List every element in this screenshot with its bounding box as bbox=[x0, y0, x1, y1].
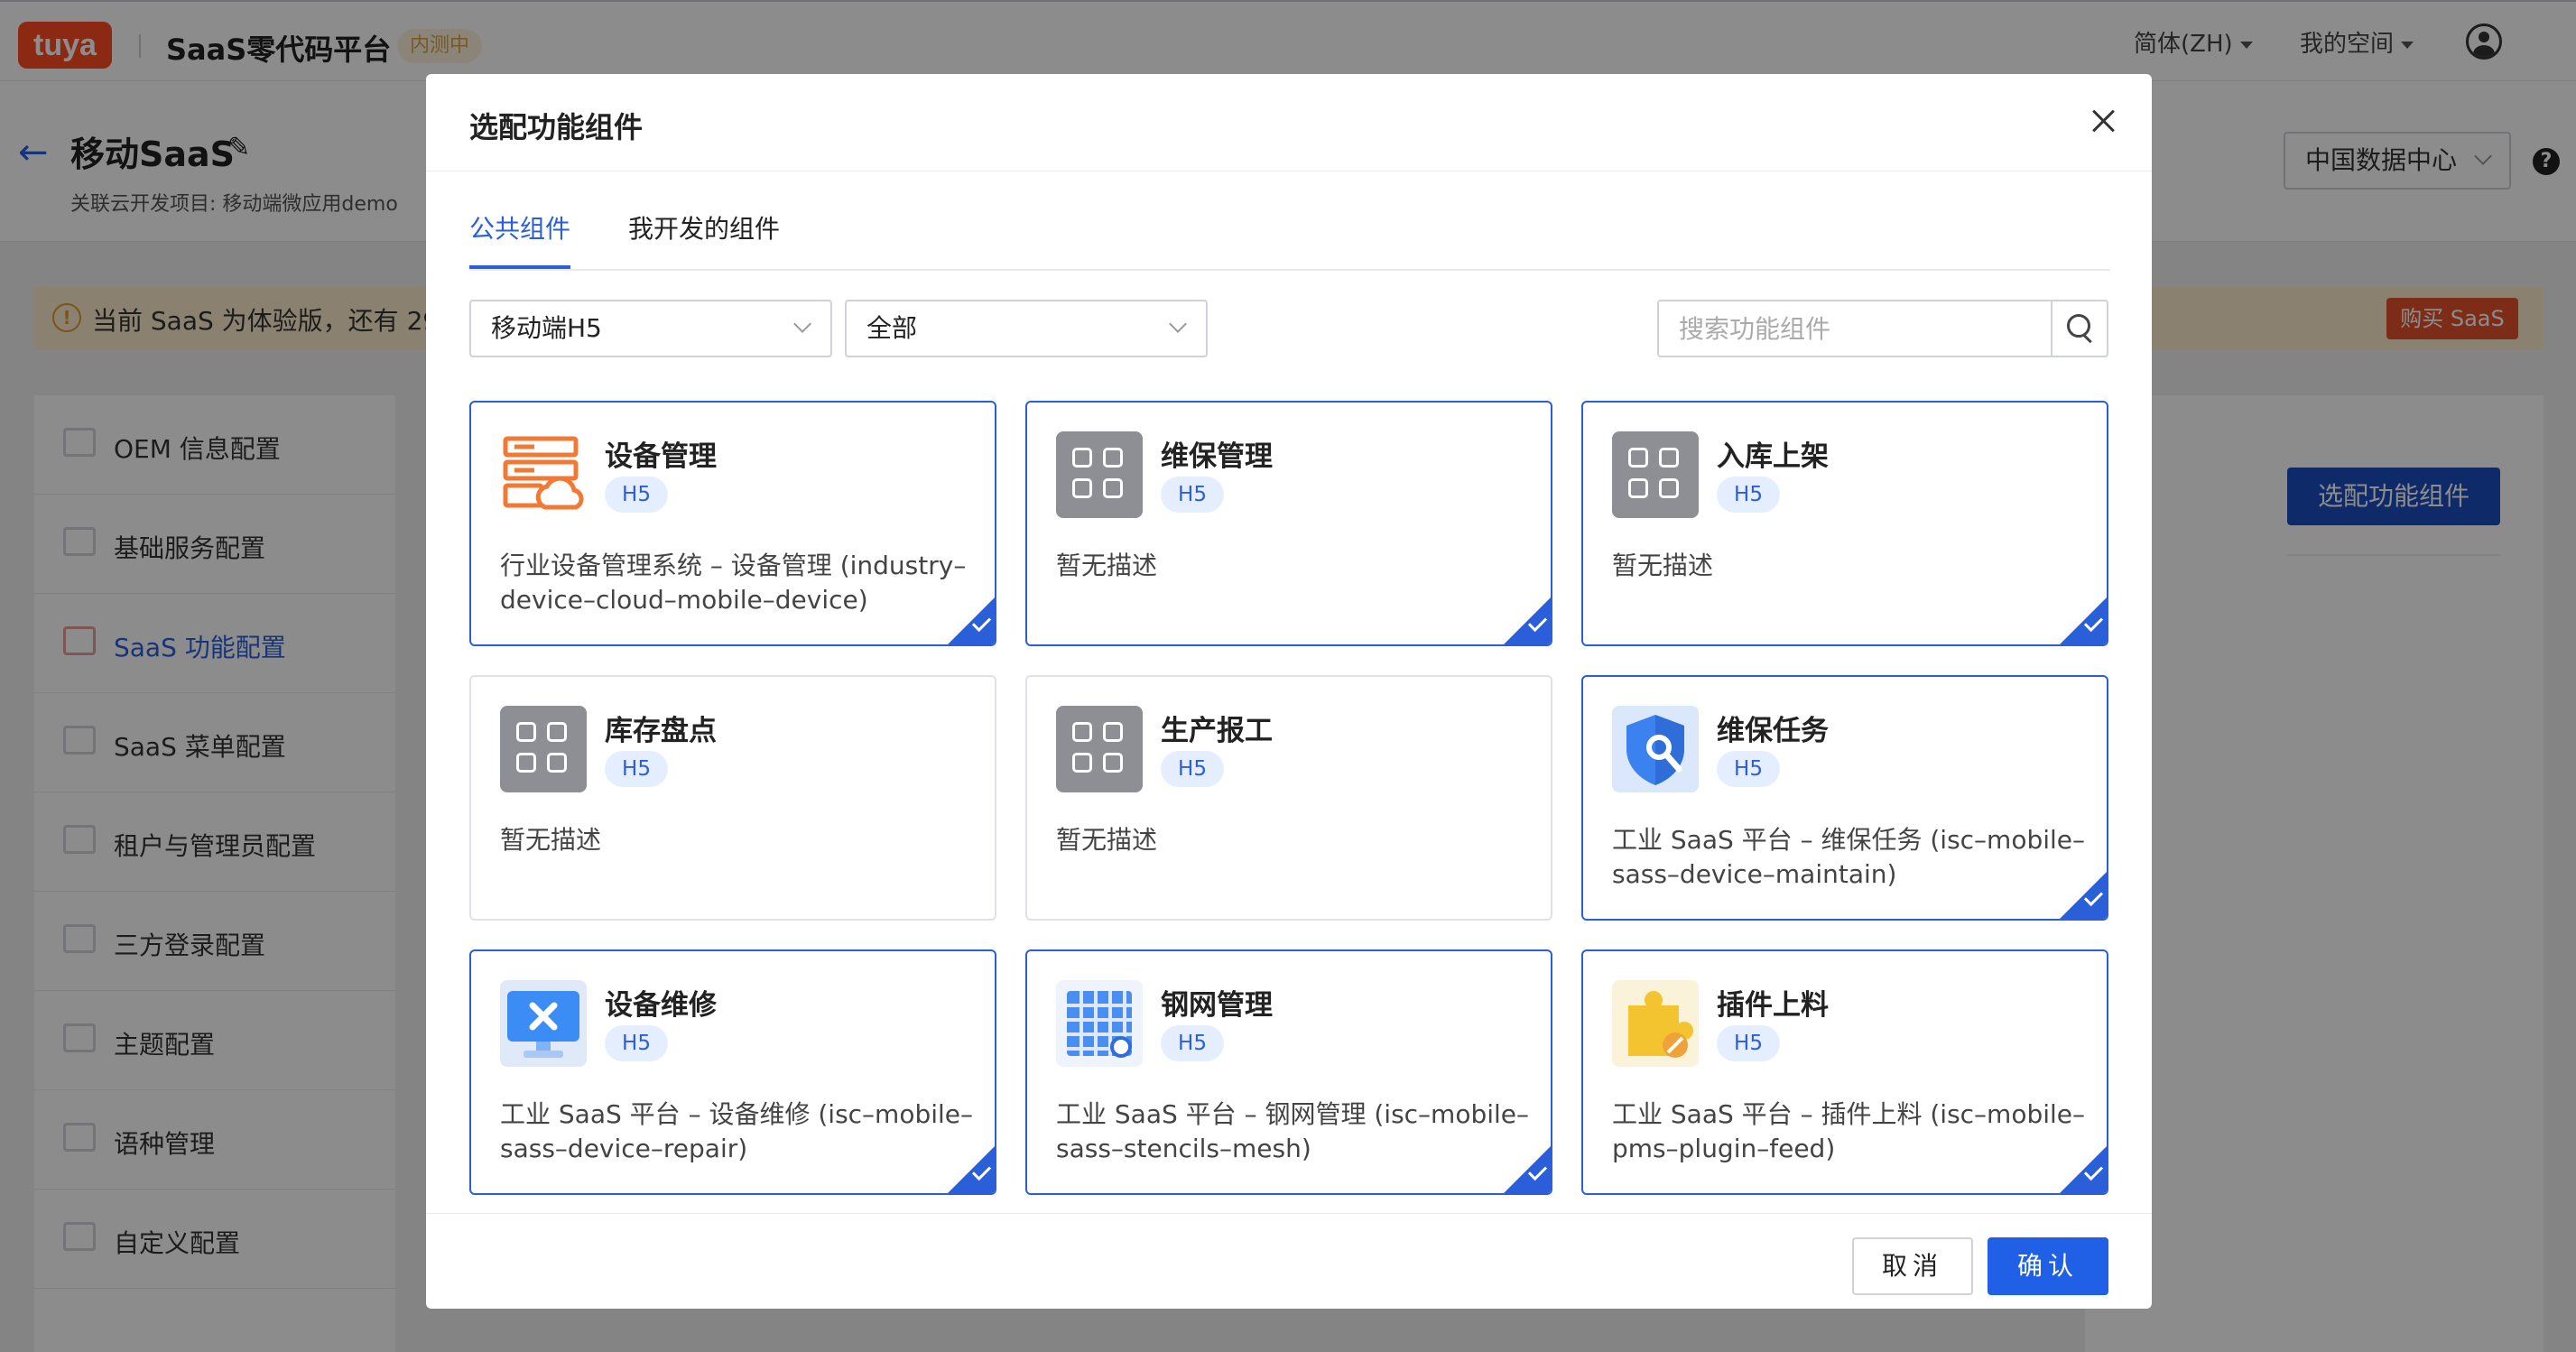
puzzle-piece-icon bbox=[1612, 980, 1699, 1067]
card-description: 工业 SaaS 平台 – 插件上料 (isc–mobile–pms–plugin… bbox=[1612, 1099, 2086, 1163]
selected-check-icon bbox=[948, 597, 995, 644]
card-title: 库存盘点 bbox=[605, 715, 717, 747]
grid-apps-icon bbox=[1056, 706, 1143, 792]
modal-footer: 取消 确认 bbox=[426, 1213, 2152, 1309]
component-card-device-management[interactable]: 设备管理 H5 行业设备管理系统 – 设备管理 (industry–device… bbox=[469, 401, 996, 646]
platform-filter-value: 移动端H5 bbox=[491, 313, 602, 343]
grid-apps-icon bbox=[1612, 431, 1699, 518]
platform-badge: H5 bbox=[1161, 751, 1224, 787]
shield-wrench-icon bbox=[1612, 706, 1699, 792]
grid-apps-icon bbox=[500, 706, 587, 792]
card-description: 工业 SaaS 平台 – 设备维修 (isc–mobile–sass–devic… bbox=[500, 1099, 974, 1163]
cancel-button[interactable]: 取消 bbox=[1852, 1237, 1973, 1295]
card-description: 暂无描述 bbox=[1056, 825, 1158, 855]
selected-check-icon bbox=[2060, 597, 2107, 644]
card-title: 维保管理 bbox=[1161, 440, 1273, 473]
component-card-device-repair[interactable]: 设备维修 H5 工业 SaaS 平台 – 设备维修 (isc–mobile–sa… bbox=[469, 949, 996, 1195]
card-title: 设备管理 bbox=[605, 440, 717, 473]
card-title: 维保任务 bbox=[1717, 715, 1829, 747]
modal-header: 选配功能组件 bbox=[426, 74, 2152, 171]
mesh-grid-icon bbox=[1056, 980, 1143, 1067]
modal-title: 选配功能组件 bbox=[469, 110, 644, 144]
component-card-production-report[interactable]: 生产报工 H5 暂无描述 bbox=[1025, 675, 1552, 921]
platform-filter-select[interactable]: 移动端H5 bbox=[469, 300, 832, 357]
select-components-modal: 选配功能组件 公共组件 我开发的组件 移动端H5 全部 设备管理 H5 行业设备… bbox=[426, 74, 2152, 1309]
confirm-button[interactable]: 确认 bbox=[1988, 1237, 2108, 1295]
chevron-down-icon bbox=[1169, 315, 1187, 333]
selected-check-icon bbox=[2060, 872, 2107, 919]
component-card-stencil-mesh[interactable]: 钢网管理 H5 工业 SaaS 平台 – 钢网管理 (isc–mobile–sa… bbox=[1025, 949, 1552, 1195]
card-title: 插件上料 bbox=[1717, 989, 1829, 1022]
card-title: 设备维修 bbox=[605, 989, 717, 1022]
category-filter-select[interactable]: 全部 bbox=[845, 300, 1208, 357]
device-management-icon bbox=[500, 431, 587, 518]
platform-badge: H5 bbox=[605, 751, 668, 787]
component-card-inventory-count[interactable]: 库存盘点 H5 暂无描述 bbox=[469, 675, 996, 921]
card-description: 行业设备管理系统 – 设备管理 (industry–device–cloud–m… bbox=[500, 551, 967, 615]
card-description: 工业 SaaS 平台 – 钢网管理 (isc–mobile–sass–stenc… bbox=[1056, 1099, 1530, 1163]
component-tabs: 公共组件 我开发的组件 bbox=[469, 209, 2110, 271]
tab-my-components[interactable]: 我开发的组件 bbox=[628, 209, 780, 265]
component-card-maintenance-task[interactable]: 维保任务 H5 工业 SaaS 平台 – 维保任务 (isc–mobile–sa… bbox=[1581, 675, 2108, 921]
card-description: 暂无描述 bbox=[1612, 551, 1714, 580]
platform-badge: H5 bbox=[1161, 477, 1224, 513]
card-title: 入库上架 bbox=[1717, 440, 1829, 473]
chevron-down-icon bbox=[793, 315, 811, 333]
platform-badge: H5 bbox=[1717, 477, 1780, 513]
card-description: 暂无描述 bbox=[1056, 551, 1158, 580]
platform-badge: H5 bbox=[1161, 1025, 1224, 1061]
category-filter-value: 全部 bbox=[866, 313, 918, 343]
component-card-inbound-shelving[interactable]: 入库上架 H5 暂无描述 bbox=[1581, 401, 2108, 646]
card-description: 工业 SaaS 平台 – 维保任务 (isc–mobile–sass–devic… bbox=[1612, 825, 2086, 889]
platform-badge: H5 bbox=[1717, 1025, 1780, 1061]
platform-badge: H5 bbox=[605, 477, 668, 513]
tab-public-components[interactable]: 公共组件 bbox=[469, 209, 571, 269]
selected-check-icon bbox=[1504, 1146, 1551, 1193]
component-search-input[interactable] bbox=[1657, 300, 2052, 357]
platform-badge: H5 bbox=[1717, 751, 1780, 787]
search-icon[interactable] bbox=[2051, 300, 2108, 357]
grid-apps-icon bbox=[1056, 431, 1143, 518]
component-card-maintenance-management[interactable]: 维保管理 H5 暂无描述 bbox=[1025, 401, 1552, 646]
card-title: 钢网管理 bbox=[1161, 989, 1273, 1022]
card-title: 生产报工 bbox=[1161, 715, 1273, 747]
selected-check-icon bbox=[1504, 597, 1551, 644]
platform-badge: H5 bbox=[605, 1025, 668, 1061]
selected-check-icon bbox=[948, 1146, 995, 1193]
monitor-repair-icon bbox=[500, 980, 587, 1067]
close-icon[interactable] bbox=[2085, 103, 2121, 139]
component-card-plugin-feed[interactable]: 插件上料 H5 工业 SaaS 平台 – 插件上料 (isc–mobile–pm… bbox=[1581, 949, 2108, 1195]
selected-check-icon bbox=[2060, 1146, 2107, 1193]
card-description: 暂无描述 bbox=[500, 825, 602, 855]
